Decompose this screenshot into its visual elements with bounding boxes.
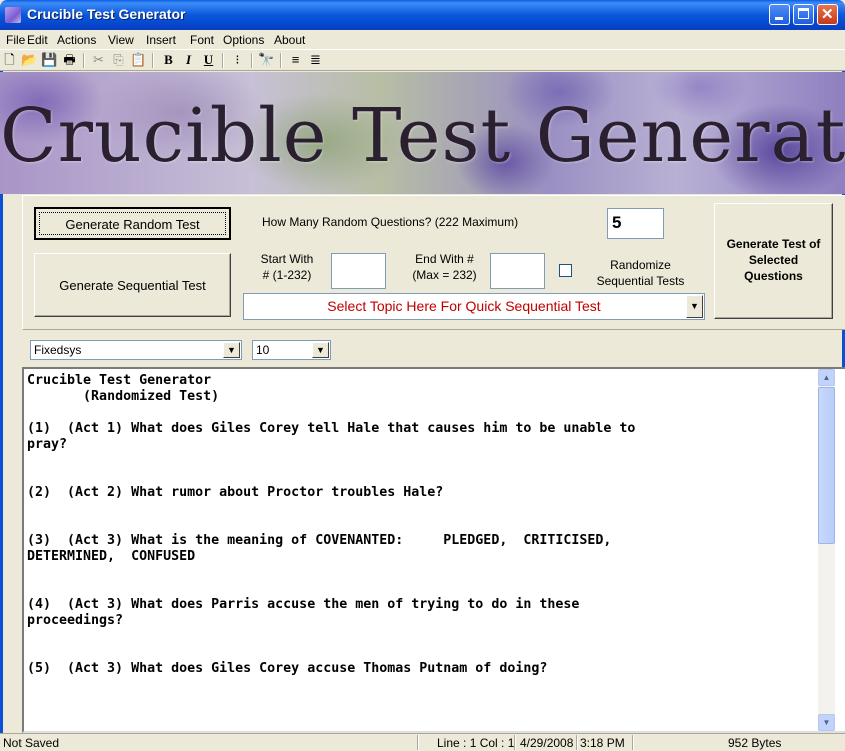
save-status: Not Saved [3,736,60,750]
print-icon[interactable]: 🖶 [61,52,78,68]
close-button[interactable]: ✕ [817,4,838,25]
menu-insert[interactable]: Insert [146,33,176,47]
focus-rect [39,212,226,235]
toolbar-separator [83,53,85,68]
vertical-scrollbar[interactable]: ▲ ▼ [818,369,835,731]
cut-icon[interactable]: ✂ [90,52,107,68]
scroll-down-icon[interactable]: ▼ [818,714,835,731]
font-family-select[interactable]: Fixedsys ▼ [30,340,242,360]
chevron-down-icon[interactable]: ▼ [686,295,703,318]
window-title: Crucible Test Generator [27,6,186,22]
topic-dropdown[interactable]: Select Topic Here For Quick Sequential T… [243,293,705,320]
font-size-value: 10 [256,343,270,357]
scroll-up-icon[interactable]: ▲ [818,369,835,386]
start-with-input[interactable] [331,253,386,289]
save-icon[interactable]: 💾 [41,52,58,68]
status-separator [514,735,516,750]
status-bar: Not Saved Line : 1 Col : 1 4/29/2008 3:1… [0,733,845,751]
italic-icon[interactable]: I [180,52,197,68]
menu-about[interactable]: About [274,33,305,47]
menu-file[interactable]: File [6,33,25,47]
status-separator [632,735,634,750]
end-with-max-label: (Max = 232) [412,268,477,282]
maximize-icon [798,8,809,19]
minimize-button[interactable] [769,4,790,25]
status-date: 4/29/2008 [520,736,574,750]
close-icon: ✕ [821,6,834,23]
start-with-range-label: # (1-232) [262,268,312,282]
copy-icon[interactable]: ⎘ [110,52,127,68]
toolbar-separator [280,53,282,68]
menu-view[interactable]: View [108,33,134,47]
generate-sequential-label: Generate Sequential Test [59,278,206,293]
chevron-down-icon[interactable]: ▼ [223,342,240,358]
cursor-position: Line : 1 Col : 1 [437,736,515,750]
open-icon[interactable]: 📂 [21,52,38,68]
minimize-icon [775,17,783,20]
end-with-input[interactable] [490,253,545,289]
document-editor[interactable]: Crucible Test Generator (Randomized Test… [22,367,845,733]
file-size: 952 Bytes [728,736,782,750]
menu-actions[interactable]: Actions [57,33,96,47]
scrollbar-thumb[interactable] [818,387,835,544]
randomize-checkbox[interactable] [559,264,572,277]
end-with-label: End With # [415,252,474,266]
generate-selected-label: Generate Test of Selected Questions [726,237,821,283]
menu-edit[interactable]: Edit [27,33,48,47]
status-separator [576,735,578,750]
status-time: 3:18 PM [580,736,625,750]
chevron-down-icon[interactable]: ▼ [312,342,329,358]
randomize-label: Randomize [610,258,671,272]
status-separator [417,735,419,750]
bullets-icon[interactable]: ⁝ [229,52,246,68]
banner-title: Crucible Test Generator [0,93,845,179]
generate-sequential-test-button[interactable]: Generate Sequential Test [34,253,231,317]
document-text[interactable]: Crucible Test Generator (Randomized Test… [27,373,822,677]
menu-bar: File Edit Actions View Insert Font Optio… [0,30,845,49]
bold-icon[interactable]: B [160,52,177,68]
app-icon [5,7,21,23]
start-with-label: Start With [260,252,314,266]
generate-random-test-button[interactable]: Generate Random Test [34,207,231,240]
topic-dropdown-text: Select Topic Here For Quick Sequential T… [327,298,601,314]
maximize-button[interactable] [793,4,814,25]
toolbar-separator [222,53,224,68]
underline-icon[interactable]: U [200,52,217,68]
paste-icon[interactable]: 📋 [130,52,147,68]
toolbar-separator [152,53,154,68]
banner-image: Crucible Test Generator [0,72,845,194]
title-bar[interactable]: Crucible Test Generator ✕ [0,0,845,30]
align-left-icon[interactable]: ≡ [287,52,304,68]
toolbar-separator [251,53,253,68]
random-count-input[interactable]: 5 [607,208,664,239]
menu-options[interactable]: Options [223,33,264,47]
new-icon[interactable]: 🗋 [1,52,18,68]
find-icon[interactable]: 🔭 [258,52,275,68]
toolbar: 🗋 📂 💾 🖶 ✂ ⎘ 📋 B I U ⁝ 🔭 ≡ ≣ [0,49,845,71]
how-many-label: How Many Random Questions? (222 Maximum) [262,215,519,229]
randomize-sequential-label: Sequential Tests [596,274,685,288]
font-family-value: Fixedsys [34,343,82,357]
generate-selected-questions-button[interactable]: Generate Test of Selected Questions [714,203,833,319]
align-center-icon[interactable]: ≣ [307,52,324,68]
menu-font[interactable]: Font [190,33,214,47]
font-size-select[interactable]: 10 ▼ [252,340,331,360]
